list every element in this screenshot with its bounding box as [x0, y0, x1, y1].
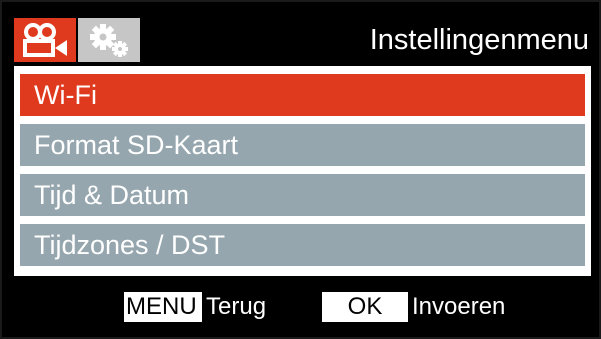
header-bar: Instellingenmenu: [14, 14, 591, 66]
footer-bar: MENU Terug OK Invoeren: [14, 282, 591, 332]
menu-item-time-date[interactable]: Tijd & Datum: [20, 174, 585, 216]
gears-icon: [90, 24, 128, 57]
back-hint: Terug: [206, 293, 267, 320]
menu-item-format-sd[interactable]: Format SD-Kaart: [20, 124, 585, 166]
menu-item-timezones[interactable]: Tijdzones / DST: [20, 224, 585, 266]
menu-item-wifi[interactable]: Wi-Fi: [20, 74, 585, 116]
enter-hint: Invoeren: [412, 293, 506, 320]
settings-menu-list: Wi-Fi Format SD-Kaart Tijd & Datum Tijdz…: [14, 66, 591, 276]
menu-key[interactable]: MENU: [124, 292, 202, 322]
tab-video[interactable]: [14, 18, 76, 62]
tab-settings[interactable]: [78, 18, 140, 62]
ok-key[interactable]: OK: [322, 292, 408, 322]
video-camera-icon: [23, 23, 67, 57]
header-title: Instellingenmenu: [369, 24, 589, 56]
dashcam-screen: Instellingenmenu Wi-Fi Format SD-Kaart T…: [0, 0, 601, 339]
